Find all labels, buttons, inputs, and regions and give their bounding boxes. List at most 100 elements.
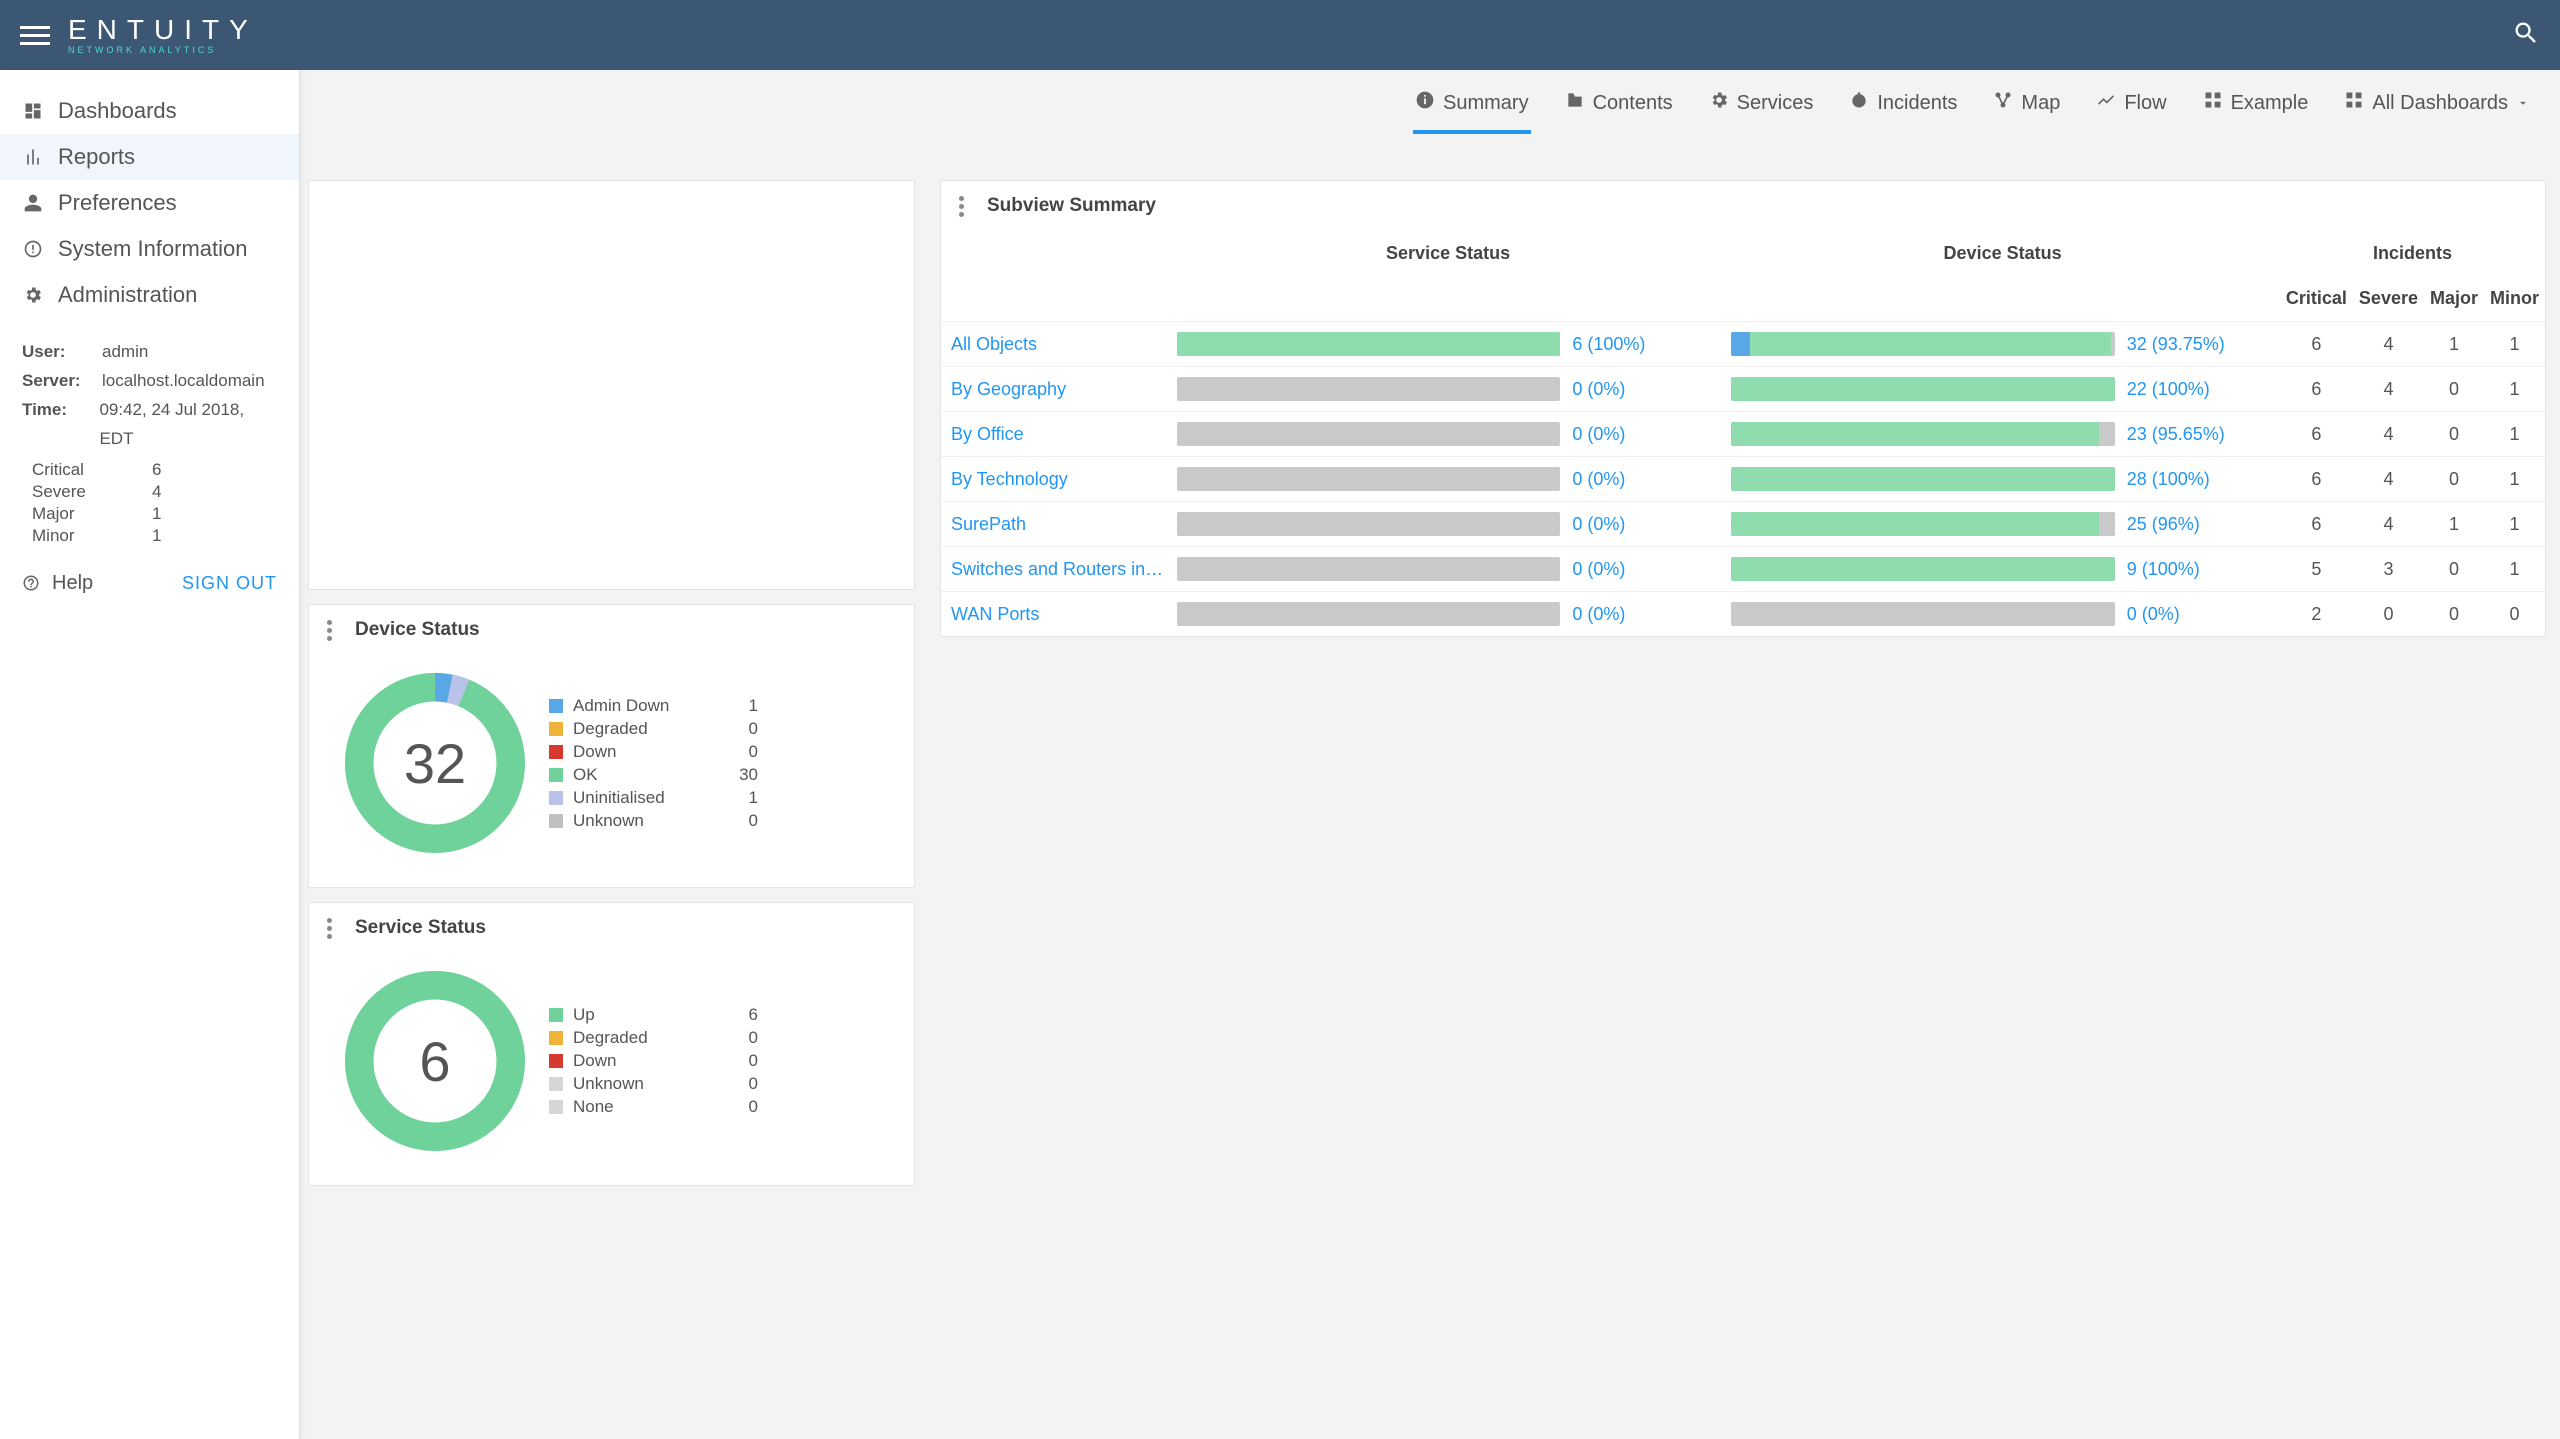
view-link[interactable]: By Technology bbox=[951, 469, 1068, 489]
tab-icon bbox=[1849, 90, 1869, 116]
device-status-total: 32 bbox=[335, 663, 535, 863]
subview-summary-panel: Subview Summary Service Status Device St… bbox=[940, 180, 2546, 637]
content-area: Summary Contents Services Incidents Map Flow E… bbox=[300, 70, 2560, 1439]
session-time-label: Time: bbox=[22, 396, 99, 454]
incidents-legend: Critical6Severe4Major1Minor1 bbox=[0, 458, 299, 562]
device-status-bar bbox=[1731, 557, 2114, 581]
service-status-total: 6 bbox=[335, 961, 535, 1161]
tab-label: Contents bbox=[1593, 92, 1673, 115]
menu-item-administration[interactable]: Administration bbox=[0, 272, 299, 318]
legend-chip bbox=[549, 1100, 563, 1114]
service-status-donut: 6 bbox=[335, 961, 535, 1161]
tab-label: Flow bbox=[2124, 92, 2166, 115]
service-status-pct: 6 (100%) bbox=[1566, 322, 1725, 367]
device-status-pct: 9 (100%) bbox=[2121, 547, 2280, 592]
view-link[interactable]: WAN Ports bbox=[951, 604, 1039, 624]
legend-label: Unknown bbox=[573, 1074, 723, 1094]
menu-item-icon bbox=[22, 101, 44, 121]
tab-icon bbox=[1709, 90, 1729, 116]
service-status-bar bbox=[1177, 602, 1560, 626]
cell-major: 0 bbox=[2424, 412, 2484, 457]
device-status-legend: Admin Down1Degraded0Down0OK30Uninitialis… bbox=[549, 693, 888, 834]
table-row: By Geography0 (0%)22 (100%)6401 bbox=[941, 367, 2545, 412]
tab-label: Example bbox=[2231, 92, 2309, 115]
tab-contents[interactable]: Contents bbox=[1563, 76, 1675, 134]
service-status-pct: 0 (0%) bbox=[1566, 367, 1725, 412]
tab-icon bbox=[2203, 90, 2223, 116]
menu-toggle-button[interactable] bbox=[20, 26, 50, 45]
cell-critical: 6 bbox=[2280, 502, 2353, 547]
session-time-value: 09:42, 24 Jul 2018, EDT bbox=[99, 396, 277, 454]
menu-item-label: Administration bbox=[58, 282, 197, 308]
cell-critical: 5 bbox=[2280, 547, 2353, 592]
device-status-title: Device Status bbox=[355, 619, 480, 641]
col-service-status: Service Status bbox=[1171, 231, 1725, 276]
cell-major: 1 bbox=[2424, 502, 2484, 547]
card-drag-handle[interactable] bbox=[327, 918, 341, 939]
tab-summary[interactable]: Summary bbox=[1413, 76, 1531, 134]
service-status-card: Service Status 6 Up6Degraded0Down0Unknow… bbox=[308, 902, 915, 1186]
tab-label: All Dashboards bbox=[2372, 92, 2508, 115]
legend-label: Down bbox=[573, 1051, 723, 1071]
session-user-value: admin bbox=[102, 338, 148, 367]
view-link[interactable]: SurePath bbox=[951, 514, 1026, 534]
tab-incidents[interactable]: Incidents bbox=[1847, 76, 1959, 134]
session-info: User:admin Server:localhost.localdomain … bbox=[0, 326, 299, 458]
tab-label: Map bbox=[2021, 92, 2060, 115]
cell-minor: 0 bbox=[2484, 592, 2545, 637]
col-device-status: Device Status bbox=[1725, 231, 2280, 276]
search-icon[interactable] bbox=[2512, 19, 2540, 52]
cell-major: 0 bbox=[2424, 592, 2484, 637]
menu-item-label: Reports bbox=[58, 144, 135, 170]
cell-minor: 1 bbox=[2484, 322, 2545, 367]
menu-item-icon bbox=[22, 239, 44, 259]
tab-flow[interactable]: Flow bbox=[2094, 76, 2168, 134]
tab-map[interactable]: Map bbox=[1991, 76, 2062, 134]
card-drag-handle[interactable] bbox=[959, 196, 973, 217]
cell-severe: 0 bbox=[2353, 592, 2424, 637]
tab-icon bbox=[2344, 90, 2364, 116]
legend-value: 0 bbox=[723, 719, 888, 739]
view-link[interactable]: By Geography bbox=[951, 379, 1066, 399]
card-drag-handle[interactable] bbox=[327, 620, 341, 641]
menu-item-reports[interactable]: Reports bbox=[0, 134, 299, 180]
help-link[interactable]: Help bbox=[22, 572, 93, 595]
legend-chip bbox=[549, 722, 563, 736]
cell-severe: 4 bbox=[2353, 457, 2424, 502]
legend-value: 0 bbox=[723, 1097, 888, 1117]
tab-icon bbox=[1565, 90, 1585, 116]
cards-column: Device Status 32 Admin Down1Degraded0Dow… bbox=[300, 180, 915, 1186]
service-status-title: Service Status bbox=[355, 917, 486, 939]
view-link[interactable]: By Office bbox=[951, 424, 1024, 444]
menu-item-dashboards[interactable]: Dashboards bbox=[0, 88, 299, 134]
device-status-pct: 32 (93.75%) bbox=[2121, 322, 2280, 367]
brand-subtitle: NETWORK ANALYTICS bbox=[68, 46, 258, 55]
legend-value: 0 bbox=[723, 1028, 888, 1048]
view-link[interactable]: All Objects bbox=[951, 334, 1037, 354]
table-row: By Technology0 (0%)28 (100%)6401 bbox=[941, 457, 2545, 502]
device-status-pct: 22 (100%) bbox=[2121, 367, 2280, 412]
view-link[interactable]: Switches and Routers in Ea bbox=[951, 559, 1171, 579]
sign-out-link[interactable]: SIGN OUT bbox=[182, 573, 277, 594]
cell-major: 1 bbox=[2424, 322, 2484, 367]
menu-item-icon bbox=[22, 285, 44, 305]
tab-all-dashboards[interactable]: All Dashboards bbox=[2342, 76, 2532, 134]
legend-chip bbox=[549, 699, 563, 713]
table-row: Switches and Routers in Ea0 (0%)9 (100%)… bbox=[941, 547, 2545, 592]
device-status-card: Device Status 32 Admin Down1Degraded0Dow… bbox=[308, 604, 915, 888]
cell-minor: 1 bbox=[2484, 547, 2545, 592]
legend-chip bbox=[549, 814, 563, 828]
tab-label: Summary bbox=[1443, 92, 1529, 115]
service-status-pct: 0 (0%) bbox=[1566, 412, 1725, 457]
service-status-pct: 0 (0%) bbox=[1566, 592, 1725, 637]
legend-value: 6 bbox=[723, 1005, 888, 1025]
menu-item-preferences[interactable]: Preferences bbox=[0, 180, 299, 226]
legend-chip bbox=[549, 1008, 563, 1022]
tab-example[interactable]: Example bbox=[2201, 76, 2311, 134]
cell-major: 0 bbox=[2424, 457, 2484, 502]
tab-services[interactable]: Services bbox=[1707, 76, 1816, 134]
legend-label: Up bbox=[573, 1005, 723, 1025]
device-status-bar bbox=[1731, 422, 2114, 446]
menu-item-system-information[interactable]: System Information bbox=[0, 226, 299, 272]
device-status-bar bbox=[1731, 332, 2114, 356]
